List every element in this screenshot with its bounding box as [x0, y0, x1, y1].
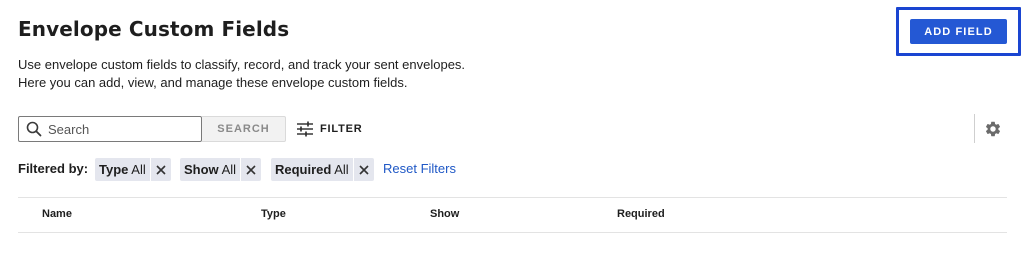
- remove-required-filter-button[interactable]: [354, 158, 374, 181]
- search-input[interactable]: [48, 121, 188, 137]
- settings-button[interactable]: [983, 119, 1003, 139]
- description-line-2: Here you can add, view, and manage these…: [18, 75, 408, 90]
- filter-chip-required: Required All: [271, 158, 374, 181]
- column-header-type[interactable]: Type: [261, 208, 286, 220]
- chip-value: All: [221, 162, 237, 177]
- toolbar-divider: [974, 114, 975, 143]
- filter-chip-type: Type All: [95, 158, 171, 181]
- remove-type-filter-button[interactable]: [151, 158, 171, 181]
- search-button[interactable]: SEARCH: [202, 116, 286, 142]
- search-icon: [26, 121, 42, 137]
- column-header-required[interactable]: Required: [617, 208, 665, 220]
- table-top-border: [18, 197, 1007, 198]
- close-icon: [156, 164, 166, 175]
- column-header-name[interactable]: Name: [42, 208, 72, 220]
- page-description: Use envelope custom fields to classify, …: [18, 56, 465, 92]
- sliders-icon: [296, 121, 314, 137]
- chip-value: All: [131, 162, 146, 177]
- reset-filters-link[interactable]: Reset Filters: [383, 161, 456, 176]
- description-line-1: Use envelope custom fields to classify, …: [18, 57, 466, 72]
- page-title: Envelope Custom Fields: [18, 17, 290, 41]
- chip-name: Required: [275, 162, 332, 177]
- search-field[interactable]: [18, 116, 202, 142]
- filtered-by-label: Filtered by:: [18, 161, 89, 176]
- chip-value: All: [334, 162, 349, 177]
- close-icon: [246, 164, 256, 175]
- gear-icon: [984, 120, 1002, 138]
- filter-chip-show: Show All: [180, 158, 262, 181]
- column-header-show[interactable]: Show: [430, 208, 459, 220]
- filter-button[interactable]: FILTER: [296, 119, 362, 139]
- close-icon: [359, 164, 369, 175]
- chip-name: Type: [99, 162, 129, 177]
- table-header-border: [18, 232, 1007, 233]
- chip-name: Show: [184, 162, 219, 177]
- add-field-button[interactable]: ADD FIELD: [910, 19, 1007, 44]
- filter-button-label: FILTER: [320, 123, 363, 135]
- remove-show-filter-button[interactable]: [241, 158, 261, 181]
